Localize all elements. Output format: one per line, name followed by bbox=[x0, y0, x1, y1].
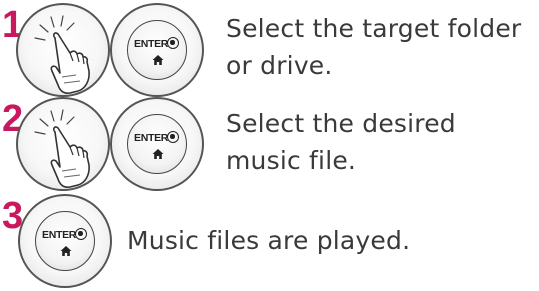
home-icon bbox=[60, 246, 72, 256]
step-text-line: or drive. bbox=[226, 51, 333, 80]
step-1-text: Select the target folder or drive. bbox=[226, 10, 521, 84]
hand-pointer-circle bbox=[16, 3, 110, 97]
hand-pointer-icon bbox=[34, 15, 90, 94]
enter-button-face[interactable]: ENTER bbox=[127, 20, 187, 80]
hand-pointer-icon bbox=[34, 109, 90, 188]
enter-button-face[interactable]: ENTER bbox=[35, 211, 95, 271]
step-3: 3 ENTER Music files are played. bbox=[0, 192, 539, 291]
enter-label: ENTER bbox=[134, 38, 169, 50]
step-2: 2 ENTER Select the desired music file. bbox=[0, 95, 539, 195]
step-3-text: Music files are played. bbox=[127, 222, 410, 259]
enter-button[interactable]: ENTER bbox=[110, 3, 204, 97]
enter-circle-icon bbox=[167, 37, 179, 49]
enter-label: ENTER bbox=[134, 132, 169, 144]
home-icon bbox=[152, 149, 164, 159]
hand-pointer-circle bbox=[16, 97, 110, 191]
home-icon bbox=[152, 55, 164, 65]
step-text-line: Music files are played. bbox=[127, 226, 411, 255]
enter-label: ENTER bbox=[42, 229, 77, 241]
enter-circle-icon bbox=[167, 131, 179, 143]
step-1: 1 ENTER Select the target folder or driv… bbox=[0, 0, 539, 100]
step-text-line: Select the target folder bbox=[226, 14, 522, 43]
step-2-text: Select the desired music file. bbox=[226, 105, 456, 179]
step-text-line: music file. bbox=[226, 146, 357, 175]
enter-button-face[interactable]: ENTER bbox=[127, 114, 187, 174]
enter-button[interactable]: ENTER bbox=[110, 97, 204, 191]
step-text-line: Select the desired bbox=[226, 109, 456, 138]
enter-button[interactable]: ENTER bbox=[18, 194, 112, 288]
enter-circle-icon bbox=[75, 228, 87, 240]
